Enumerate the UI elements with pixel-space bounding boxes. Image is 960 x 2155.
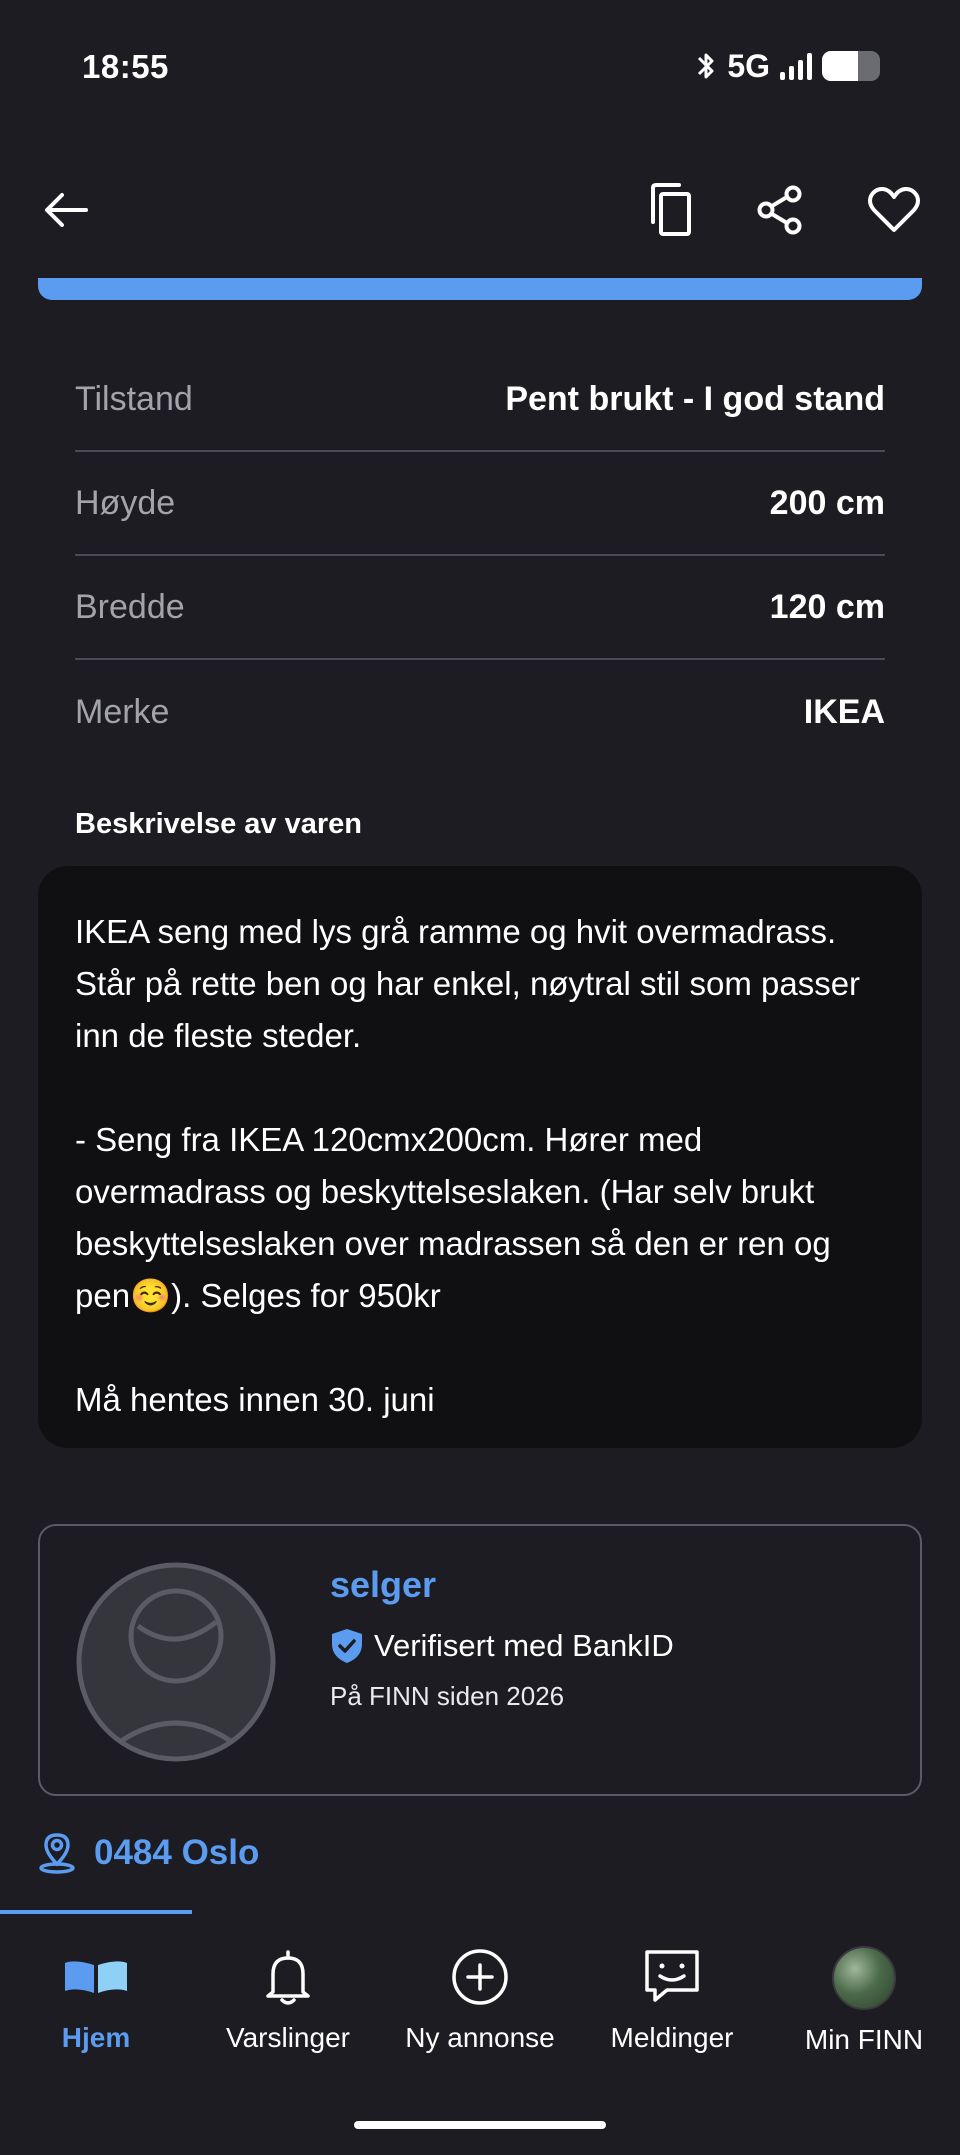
spec-label: Høyde (75, 483, 176, 522)
description-paragraph: IKEA seng med lys grå ramme og hvit over… (75, 913, 861, 1054)
status-bar: 18:55 5G (0, 0, 960, 130)
tab-label: Min FINN (804, 2024, 924, 2055)
status-indicators: 5G (695, 46, 880, 86)
back-button[interactable] (30, 170, 102, 250)
location-text: 0484 Oslo (94, 1833, 260, 1872)
home-book-icon (65, 1961, 127, 1993)
tab-label: Hjem (61, 2022, 131, 2053)
arrow-left-icon (45, 193, 88, 227)
description-spacer (75, 1322, 885, 1374)
spec-row-hoyde: Høyde 200 cm (75, 452, 885, 556)
chat-icon (645, 1950, 699, 2002)
spec-label: Tilstand (75, 379, 193, 418)
bluetooth-icon (698, 53, 714, 79)
location-pin-icon (39, 1833, 75, 1874)
profile-photo-icon (832, 1946, 896, 2010)
avatar (76, 1562, 276, 1762)
spec-label: Bredde (75, 587, 185, 626)
battery-icon (822, 51, 880, 81)
tab-label: Ny annonse (405, 2022, 555, 2053)
image-carousel-bottom-edge (38, 278, 922, 300)
seller-name-link[interactable]: selger (330, 1564, 436, 1606)
status-time: 18:55 (82, 48, 169, 85)
spec-value: IKEA (803, 692, 885, 731)
tab-label: Varslinger (226, 2022, 350, 2053)
top-nav (0, 170, 960, 250)
location-link[interactable]: 0484 Oslo (38, 1832, 259, 1874)
bell-icon (266, 1950, 310, 2005)
description-paragraph: - Seng fra IKEA 120cmx200cm. Hører med o… (75, 1121, 831, 1314)
spec-label: Merke (75, 692, 170, 731)
verified-badge: Verifisert med BankID (330, 1628, 674, 1664)
network-label: 5G (727, 47, 770, 84)
copy-icon (651, 183, 691, 236)
description-heading: Beskrivelse av varen (75, 808, 362, 840)
seller-card[interactable]: selger Verifisert med BankID På FINN sid… (38, 1524, 922, 1796)
tab-ny-annonse[interactable]: Ny annonse (384, 1914, 576, 2054)
copy-button[interactable] (634, 170, 706, 250)
spec-table: Tilstand Pent brukt - I god stand Høyde … (75, 348, 885, 764)
tab-hjem[interactable]: Hjem (0, 1914, 192, 2054)
spec-value: 120 cm (769, 587, 885, 626)
description-paragraph: Må hentes innen 30. juni (75, 1381, 435, 1418)
favorite-button[interactable] (858, 170, 930, 250)
tab-min-finn[interactable]: Min FINN (768, 1914, 960, 2055)
spec-value: 200 cm (769, 483, 885, 522)
spec-row-merke: Merke IKEA (75, 660, 885, 764)
spec-row-tilstand: Tilstand Pent brukt - I god stand (75, 348, 885, 452)
bottom-nav: Hjem Varslinger Ny annonse Meldinger Min… (0, 1914, 960, 2055)
home-indicator[interactable] (354, 2121, 606, 2129)
tab-varslinger[interactable]: Varslinger (192, 1914, 384, 2054)
spec-value: Pent brukt - I god stand (505, 379, 885, 418)
signal-icon (780, 52, 812, 80)
tab-label: Meldinger (610, 2022, 734, 2053)
spec-row-bredde: Bredde 120 cm (75, 556, 885, 660)
tab-meldinger[interactable]: Meldinger (576, 1914, 768, 2054)
shield-check-icon (332, 1629, 362, 1663)
plus-circle-icon (452, 1949, 508, 2005)
description-spacer (75, 1062, 885, 1114)
heart-icon (868, 187, 920, 232)
share-icon (757, 185, 802, 235)
description-box: IKEA seng med lys grå ramme og hvit over… (38, 866, 922, 1448)
member-since: På FINN siden 2026 (330, 1681, 565, 1711)
verified-text: Verifisert med BankID (374, 1628, 674, 1663)
share-button[interactable] (744, 170, 816, 250)
